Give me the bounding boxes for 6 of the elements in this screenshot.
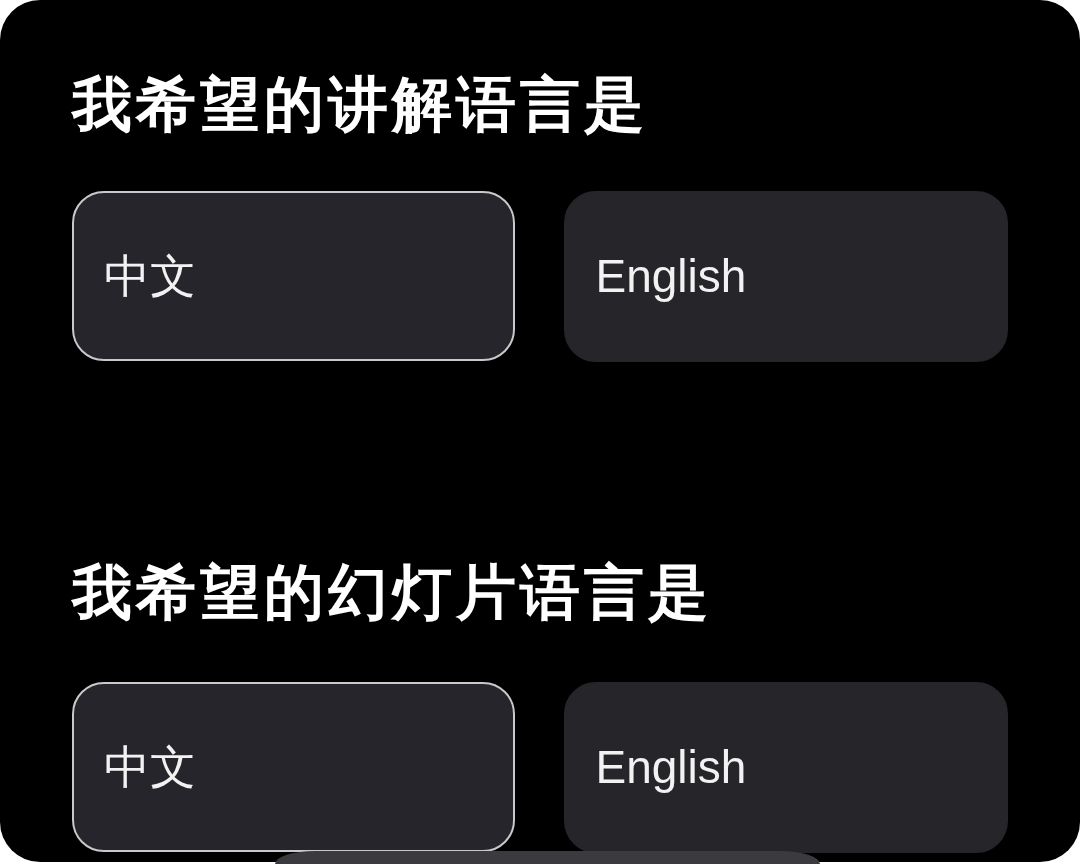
language-option[interactable]: 中文	[72, 191, 515, 361]
language-option[interactable]: English	[563, 682, 1008, 853]
section-title: 我希望的讲解语言是	[72, 75, 649, 135]
language-option[interactable]: English	[563, 191, 1008, 362]
language-option[interactable]: 中文	[72, 682, 515, 852]
section-title: 我希望的幻灯片语言是	[72, 563, 713, 623]
